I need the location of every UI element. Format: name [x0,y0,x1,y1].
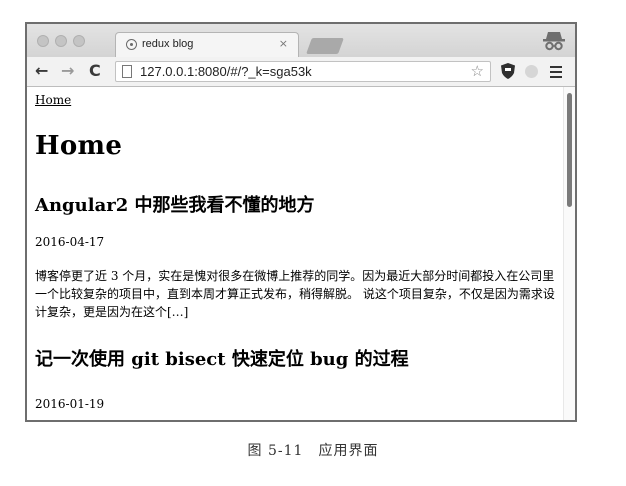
post-date: 2016-01-19 [35,397,105,411]
tab-close-button[interactable]: × [279,37,288,50]
post-title-link[interactable]: 记一次使用 git bisect 快速定位 bug 的过程 [35,345,409,371]
tab-strip: redux blog × [27,24,575,58]
minimize-window-button[interactable] [55,35,67,47]
incognito-icon [543,32,565,51]
home-nav-link[interactable]: Home [35,93,71,107]
back-button[interactable]: ← [35,61,48,80]
scrollbar-thumb[interactable] [567,93,572,207]
post-date: 2016-04-17 [35,235,105,249]
browser-window: redux blog × ← → C 127.0.0.1:8080/#/?_k=… [25,22,577,422]
url-text[interactable]: 127.0.0.1:8080/#/?_k=sga53k [140,64,312,79]
figure-caption: 图 5-11 应用界面 [247,443,379,459]
circle-extension-icon[interactable] [525,65,538,78]
tab-redux-blog[interactable]: redux blog × [115,32,299,58]
new-tab-button[interactable] [306,38,344,54]
post-title-link[interactable]: Angular2 中那些我看不懂的地方 [35,191,315,217]
page-title: Home [35,131,123,161]
zoom-window-button[interactable] [73,35,85,47]
shield-extension-icon[interactable] [501,63,515,79]
bookmark-star-icon[interactable]: ☆ [471,62,484,80]
page-content: Home Home Angular2 中那些我看不懂的地方 2016-04-17… [27,87,563,420]
close-window-button[interactable] [37,35,49,47]
tab-title: redux blog [142,38,194,50]
post-excerpt: 博客停更了近 3 个月，实在是愧对很多在微博上推荐的同学。因为最近大部分时间都投… [35,269,555,319]
page-icon [122,65,132,78]
hamburger-menu-icon[interactable] [550,66,562,81]
globe-icon [126,39,137,50]
browser-toolbar: ← → C 127.0.0.1:8080/#/?_k=sga53k ☆ [27,57,575,87]
forward-button[interactable]: → [61,61,74,80]
vertical-scrollbar[interactable] [563,87,575,420]
reload-button[interactable]: C [89,61,101,80]
address-bar[interactable]: 127.0.0.1:8080/#/?_k=sga53k ☆ [115,61,491,82]
